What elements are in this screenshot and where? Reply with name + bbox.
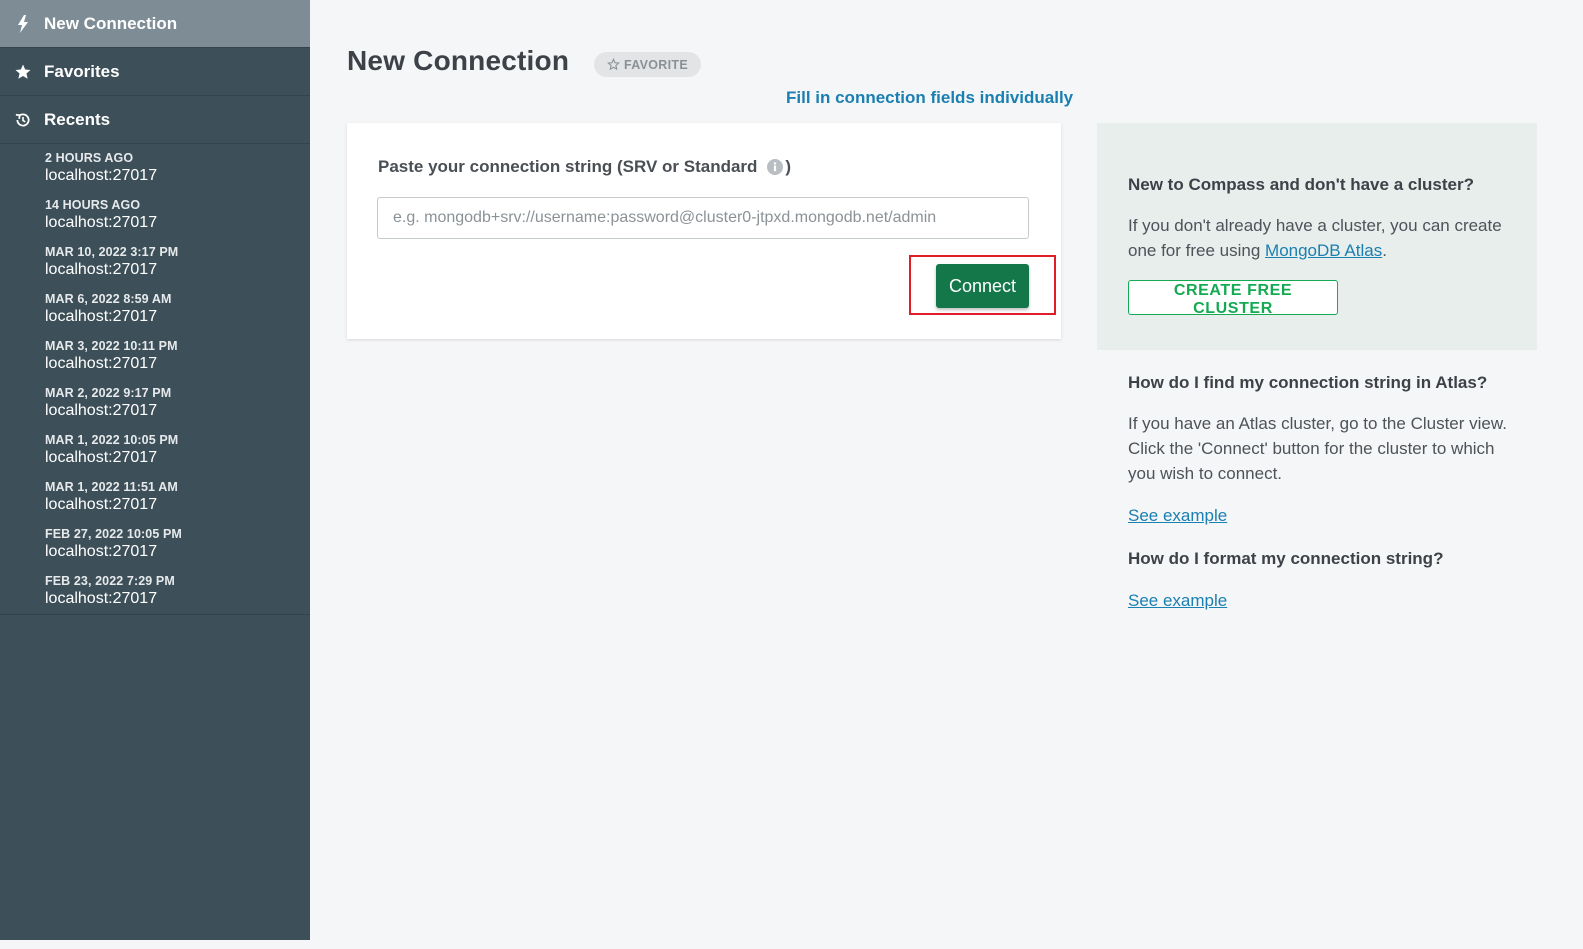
- see-example-link[interactable]: See example: [1128, 591, 1227, 611]
- create-free-cluster-button[interactable]: CREATE FREE CLUSTER: [1128, 280, 1338, 317]
- list-item[interactable]: 2 HOURS AGO localhost:27017: [45, 150, 300, 185]
- list-item[interactable]: MAR 1, 2022 11:51 AM localhost:27017: [45, 479, 300, 514]
- sidebar-item-label: New Connection: [44, 13, 178, 33]
- favorite-button[interactable]: FAVORITE: [594, 52, 701, 77]
- list-item[interactable]: MAR 1, 2022 10:05 PM localhost:27017: [45, 432, 300, 467]
- see-example-link[interactable]: See example: [1128, 506, 1227, 526]
- recent-time: MAR 1, 2022 11:51 AM: [45, 480, 178, 494]
- star-outline-icon: [607, 58, 620, 71]
- help-heading: How do I find my connection string in At…: [1128, 373, 1488, 392]
- sidebar-item-favorites[interactable]: Favorites: [0, 48, 310, 96]
- recent-host: localhost:27017: [45, 402, 158, 419]
- recent-host: localhost:27017: [45, 355, 158, 372]
- sidebar-item-label: Recents: [44, 109, 111, 129]
- star-icon: [14, 63, 32, 81]
- recent-time: MAR 2, 2022 9:17 PM: [45, 386, 172, 400]
- page-title: New Connection: [347, 45, 570, 76]
- list-item[interactable]: MAR 6, 2022 8:59 AM localhost:27017: [45, 291, 300, 326]
- sidebar-item-label: Favorites: [44, 61, 120, 81]
- recent-host: localhost:27017: [45, 308, 158, 325]
- sidebar-item-recents[interactable]: Recents: [0, 96, 310, 144]
- list-item[interactable]: MAR 2, 2022 9:17 PM localhost:27017: [45, 385, 300, 420]
- recent-host: localhost:27017: [45, 214, 158, 231]
- compass-app: New Connection Favorites Recents 2 HOURS…: [0, 0, 1583, 949]
- recent-host: localhost:27017: [45, 261, 158, 278]
- help-heading: How do I format my connection string?: [1128, 549, 1444, 568]
- history-icon: [14, 111, 32, 129]
- recent-time: MAR 6, 2022 8:59 AM: [45, 292, 172, 306]
- list-item[interactable]: FEB 23, 2022 7:29 PM localhost:27017: [45, 573, 300, 608]
- list-item[interactable]: FEB 27, 2022 10:05 PM localhost:27017: [45, 526, 300, 561]
- help-text-after: .: [1382, 241, 1387, 260]
- sidebar: New Connection Favorites Recents 2 HOURS…: [0, 0, 310, 940]
- recent-time: 14 HOURS AGO: [45, 198, 141, 212]
- help-cluster-panel: New to Compass and don't have a cluster?…: [1097, 123, 1537, 350]
- recent-time: MAR 1, 2022 10:05 PM: [45, 433, 179, 447]
- help-heading: New to Compass and don't have a cluster?: [1128, 175, 1475, 194]
- recents-list: 2 HOURS AGO localhost:27017 14 HOURS AGO…: [0, 145, 310, 615]
- help-text: If you have an Atlas cluster, go to the …: [1128, 414, 1507, 483]
- list-item[interactable]: 14 HOURS AGO localhost:27017: [45, 197, 300, 232]
- recent-time: MAR 3, 2022 10:11 PM: [45, 339, 178, 353]
- connection-card: Paste your connection string (SRV or Sta…: [347, 123, 1061, 339]
- recent-time: FEB 23, 2022 7:29 PM: [45, 574, 175, 588]
- info-icon[interactable]: [767, 159, 784, 175]
- connection-string-input[interactable]: [377, 197, 1029, 239]
- recent-host: localhost:27017: [45, 590, 158, 607]
- recent-host: localhost:27017: [45, 496, 158, 513]
- recent-time: MAR 10, 2022 3:17 PM: [45, 245, 179, 259]
- recent-host: localhost:27017: [45, 543, 158, 560]
- connection-string-label-text: Paste your connection string (SRV or Sta…: [378, 157, 758, 176]
- list-item[interactable]: MAR 10, 2022 3:17 PM localhost:27017: [45, 244, 300, 279]
- recent-time: FEB 27, 2022 10:05 PM: [45, 527, 182, 541]
- lightning-bolt-icon: [14, 14, 32, 33]
- fill-fields-link[interactable]: Fill in connection fields individually: [786, 88, 1073, 108]
- main-panel: New Connection FAVORITE Fill in connecti…: [310, 0, 1568, 940]
- connection-string-label: Paste your connection string (SRV or Sta…: [378, 157, 791, 177]
- sidebar-item-new-connection[interactable]: New Connection: [0, 0, 310, 48]
- recent-time: 2 HOURS AGO: [45, 151, 134, 165]
- help-text: If you don't already have a cluster, you…: [1128, 213, 1508, 263]
- connect-button[interactable]: Connect: [936, 264, 1029, 308]
- mongodb-atlas-link[interactable]: MongoDB Atlas: [1265, 241, 1382, 260]
- recent-host: localhost:27017: [45, 167, 158, 184]
- favorite-label: FAVORITE: [624, 57, 688, 72]
- recent-host: localhost:27017: [45, 449, 158, 466]
- list-item[interactable]: MAR 3, 2022 10:11 PM localhost:27017: [45, 338, 300, 373]
- connection-string-label-close: ): [785, 157, 792, 176]
